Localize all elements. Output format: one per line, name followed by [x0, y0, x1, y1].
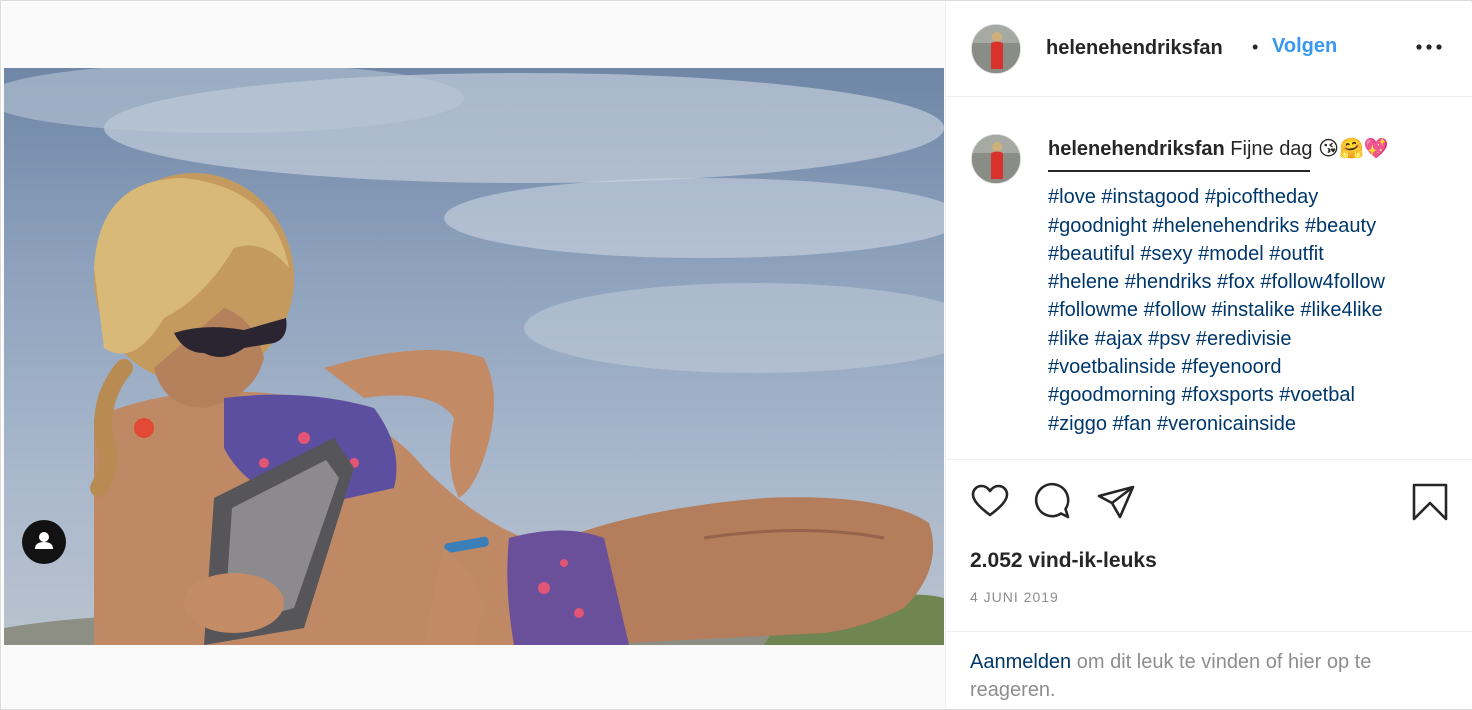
like-button[interactable] — [970, 482, 1010, 522]
hashtag-link[interactable]: #ajax — [1095, 328, 1143, 350]
hashtag-link[interactable]: #model — [1198, 243, 1264, 265]
comment-button[interactable] — [1032, 482, 1072, 522]
post-username[interactable]: helenehendriksfan — [1046, 37, 1223, 60]
comment-icon — [1034, 482, 1070, 519]
caption-comment: helenehendriksfan Fijne dag 😘🤗💖 #love #i… — [946, 97, 1472, 459]
hashtag-link[interactable]: #voetbal — [1279, 384, 1355, 406]
avatar-image — [972, 135, 1020, 183]
save-button[interactable] — [1410, 482, 1450, 522]
caption-first-line: helenehendriksfan Fijne dag 😘🤗💖 — [1048, 135, 1458, 163]
separator-dot: • — [1252, 37, 1259, 57]
heart-icon — [971, 484, 1009, 517]
likes-count[interactable]: 2.052 vind-ik-leuks — [970, 549, 1157, 573]
hashtag-link[interactable]: #like — [1048, 328, 1089, 350]
hashtag-line: #love #instagood #picoftheday — [1048, 183, 1458, 211]
more-horizontal-icon — [1416, 44, 1442, 50]
hashtag-link[interactable]: #instalike — [1211, 299, 1294, 321]
hashtag-link[interactable]: #follow — [1144, 299, 1206, 321]
hashtag-line: #voetbalinside #feyenoord — [1048, 353, 1458, 381]
hashtag-link[interactable]: #followme — [1048, 299, 1138, 321]
share-icon — [1097, 485, 1135, 519]
hashtag-link[interactable]: #voetbalinside — [1048, 356, 1176, 378]
hashtag-link[interactable]: #fox — [1217, 271, 1255, 293]
caption-message: Fijne dag 😘🤗💖 — [1230, 138, 1389, 160]
post-media — [2, 2, 945, 709]
hashtag-link[interactable]: #beauty — [1305, 215, 1376, 237]
hashtag-link[interactable]: #like4like — [1300, 299, 1382, 321]
hashtag-line: #like #ajax #psv #eredivisie — [1048, 325, 1458, 353]
more-options-button[interactable] — [1414, 32, 1444, 62]
post-photo[interactable] — [4, 68, 944, 645]
share-button[interactable] — [1096, 482, 1136, 522]
photo-illustration — [4, 68, 944, 645]
caption-text: helenehendriksfan Fijne dag 😘🤗💖 #love #i… — [1048, 135, 1458, 438]
hashtag-link[interactable]: #ziggo — [1048, 413, 1107, 435]
instagram-post: helenehendriksfan • Volgen helenehendrik… — [0, 0, 1472, 710]
hashtag-link[interactable]: #outfit — [1269, 243, 1323, 265]
hashtag-link[interactable]: #goodmorning — [1048, 384, 1176, 406]
hashtag-block: #love #instagood #picoftheday #goodnight … — [1048, 183, 1458, 438]
hashtag-link[interactable]: #veronicainside — [1157, 413, 1296, 435]
login-text: Aanmelden om dit leuk te vinden of hier … — [970, 648, 1450, 704]
bookmark-icon — [1412, 483, 1448, 521]
follow-button[interactable]: Volgen — [1272, 35, 1337, 58]
hashtag-link[interactable]: #sexy — [1140, 243, 1192, 265]
hashtag-link[interactable]: #picoftheday — [1205, 186, 1318, 208]
hashtag-line: #followme #follow #instalike #like4like — [1048, 296, 1458, 324]
post-actions: 2.052 vind-ik-leuks 4 JUNI 2019 — [946, 459, 1472, 629]
hashtag-link[interactable]: #instagood — [1101, 186, 1199, 208]
hashtag-link[interactable]: #psv — [1148, 328, 1190, 350]
tagged-users-button[interactable] — [22, 520, 66, 564]
login-prompt: Aanmelden om dit leuk te vinden of hier … — [946, 631, 1472, 709]
hashtag-link[interactable]: #foxsports — [1181, 384, 1273, 406]
post-date[interactable]: 4 JUNI 2019 — [970, 589, 1059, 605]
caption-avatar[interactable] — [971, 134, 1021, 184]
hashtag-link[interactable]: #fan — [1113, 413, 1152, 435]
hashtag-link[interactable]: #helenehendriks — [1153, 215, 1300, 237]
avatar-image — [972, 25, 1020, 73]
user-icon — [35, 532, 53, 549]
hashtag-link[interactable]: #love — [1048, 186, 1096, 208]
hashtag-link[interactable]: #goodnight — [1048, 215, 1147, 237]
hashtag-link[interactable]: #helene — [1048, 271, 1119, 293]
hashtag-link[interactable]: #eredivisie — [1196, 328, 1292, 350]
hashtag-link[interactable]: #beautiful — [1048, 243, 1135, 265]
hashtag-line: #goodnight #helenehendriks #beauty — [1048, 212, 1458, 240]
post-sidebar: helenehendriksfan • Volgen helenehendrik… — [945, 2, 1472, 709]
caption-divider — [1048, 170, 1310, 173]
hashtag-line: #ziggo #fan #veronicainside — [1048, 410, 1458, 438]
caption-username[interactable]: helenehendriksfan — [1048, 138, 1225, 160]
hashtag-link[interactable]: #follow4follow — [1260, 271, 1385, 293]
hashtag-line: #goodmorning #foxsports #voetbal — [1048, 381, 1458, 409]
avatar[interactable] — [971, 24, 1021, 74]
hashtag-link[interactable]: #feyenoord — [1181, 356, 1281, 378]
hashtag-line: #beautiful #sexy #model #outfit — [1048, 240, 1458, 268]
hashtag-line: #helene #hendriks #fox #follow4follow — [1048, 268, 1458, 296]
post-header: helenehendriksfan • Volgen — [946, 2, 1472, 97]
hashtag-link[interactable]: #hendriks — [1125, 271, 1212, 293]
login-link[interactable]: Aanmelden — [970, 651, 1071, 673]
